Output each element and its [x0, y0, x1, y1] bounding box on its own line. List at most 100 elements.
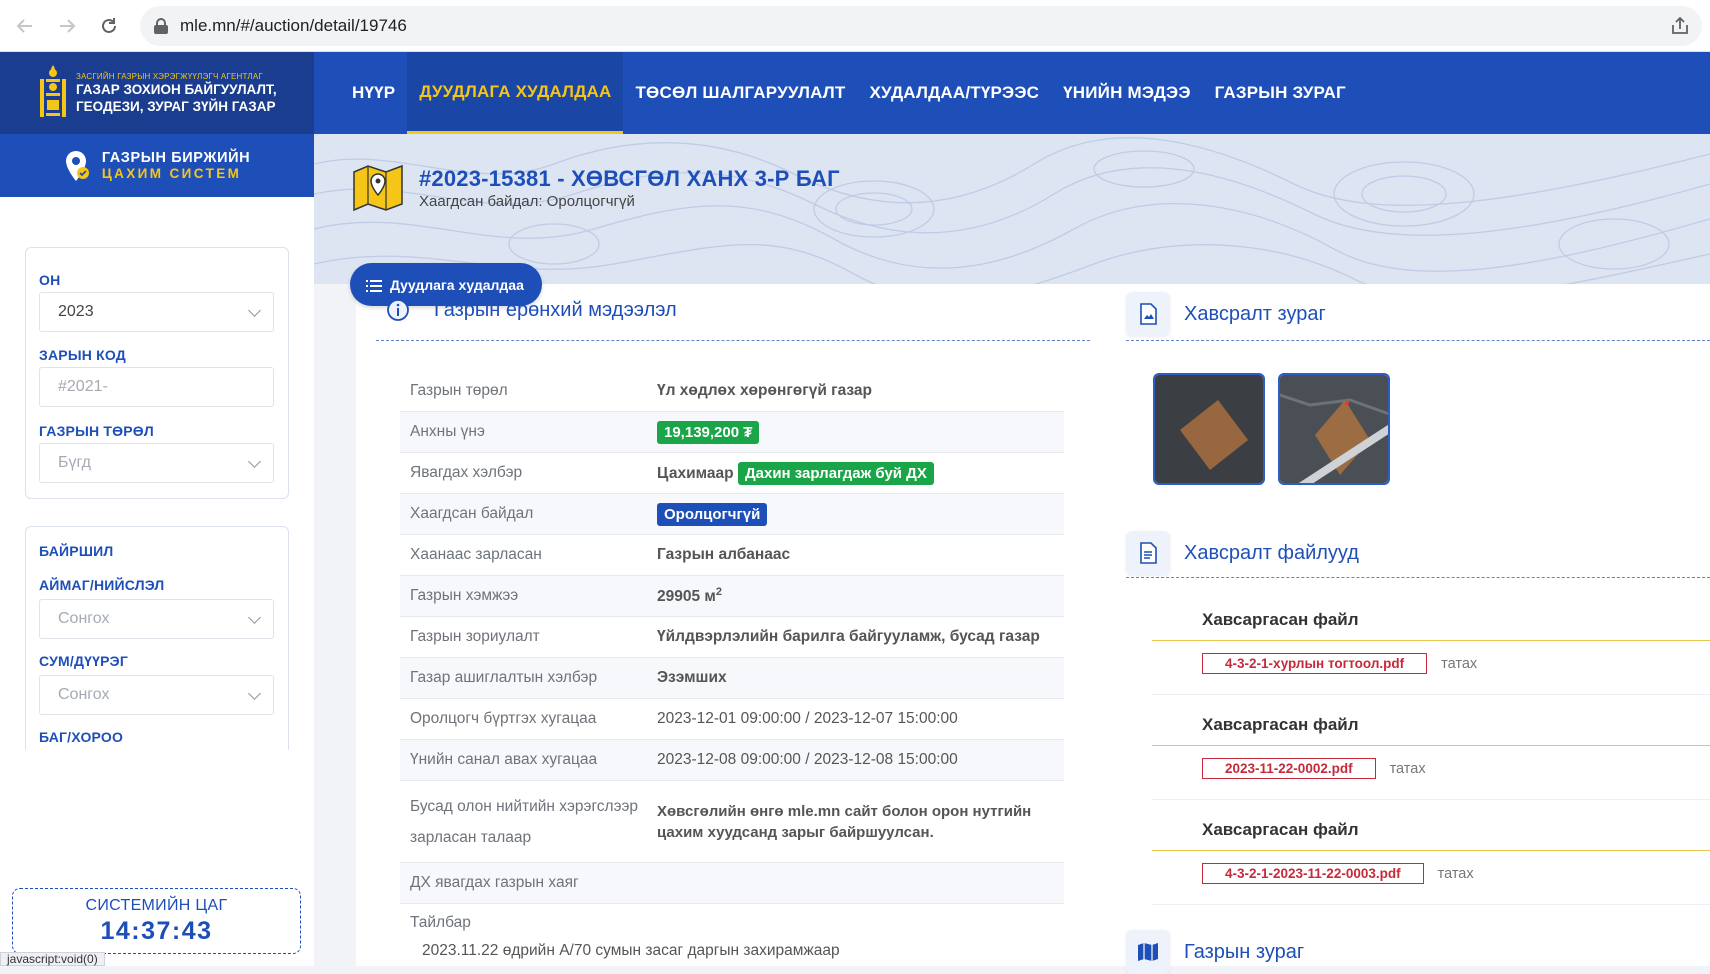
url-text: mle.mn/#/auction/detail/19746	[180, 16, 407, 35]
download-link[interactable]: татах	[1390, 761, 1426, 777]
chevron-down-icon	[248, 455, 261, 468]
table-row: Газрын зориулалт Үйлдвэрлэлийн барилга б…	[400, 617, 1064, 658]
row-key: зарласан талаар	[410, 828, 532, 846]
filter-sidebar: ГАЗРЫН БИРЖИЙН ЦАХИМ СИСТЕМ ОН 2023 ЗАРЫ…	[0, 134, 314, 966]
row-key: Газар ашиглалтын хэлбэр	[410, 669, 598, 686]
year-value: 2023	[58, 303, 94, 320]
aimag-select[interactable]: Сонгох	[39, 599, 274, 639]
file-title: Хавсаргасан файл	[1202, 610, 1359, 629]
attach-map-header: Хавсралт зураг	[1126, 292, 1326, 336]
back-arrow-icon[interactable]	[8, 9, 42, 43]
row-key: Бусад олон нийтийн хэрэгслээр	[410, 797, 639, 815]
row-key: Явагдах хэлбэр	[410, 464, 523, 481]
bag-label: БАГ/ХОРОО	[39, 729, 124, 745]
land-type-label: ГАЗРЫН ТӨРӨЛ	[39, 423, 154, 439]
table-row: Анхны үнэ 19,139,200 ₮	[400, 412, 1064, 453]
file-link[interactable]: 4-3-2-1-2023-11-22-0003.pdf	[1202, 863, 1424, 884]
table-row: Явагдах хэлбэр Цахимаар Дахин зарлагдаж …	[400, 453, 1064, 494]
image-file-icon	[1126, 292, 1170, 336]
aimag-label: АЙМАГ/НИЙСЛЭЛ	[39, 577, 165, 593]
status-bar-url: javascript:void(0)	[0, 952, 105, 966]
file-title: Хавсаргасан файл	[1202, 715, 1359, 734]
system-name-line2: ЦАХИМ СИСТЕМ	[101, 166, 242, 181]
row-value: цахим хуудсанд зарыг байршуулсан.	[657, 823, 934, 841]
download-link[interactable]: татах	[1438, 866, 1474, 882]
general-info-title: Газрын ерөнхий мэдээлэл	[434, 298, 677, 321]
sum-label: СУМ/ДҮҮРЭГ	[39, 653, 128, 669]
file-item: Хавсаргасан файл 4-3-2-1-2023-11-22-0003…	[1152, 820, 1710, 905]
file-link[interactable]: 2023-11-22-0002.pdf	[1202, 758, 1376, 779]
table-row: Үнийн санал авах хугацаа 2023-12-08 09:0…	[400, 740, 1064, 781]
system-brand: ГАЗРЫН БИРЖИЙН ЦАХИМ СИСТЕМ	[0, 134, 314, 197]
forward-arrow-icon[interactable]	[50, 9, 84, 43]
lot-title: #2023-15381 - ХӨВСГӨЛ ХАНХ 3-Р БАГ	[419, 166, 840, 191]
row-value: Эзэмших	[657, 669, 727, 686]
chevron-down-icon	[248, 611, 261, 624]
chevron-down-icon	[248, 304, 261, 317]
row-value: 29905 м	[657, 588, 716, 606]
location-label: БАЙРШИЛ	[39, 543, 114, 559]
row-value: Цахимаар	[657, 464, 734, 482]
table-row: ДХ явагдах газрын хаяг	[400, 863, 1064, 904]
nav-home[interactable]: НҮҮР	[340, 52, 407, 134]
nav-sale-rent[interactable]: ХУДАЛДАА/ТҮРЭЭС	[858, 52, 1052, 134]
clock-time: 14:37:43	[100, 917, 213, 945]
row-key: Хаанаас зарласан	[410, 546, 542, 563]
row-value: Хөвсгөлийн өнгө mle.mn сайт болон орон н…	[657, 802, 1032, 820]
lot-banner: #2023-15381 - ХӨВСГӨЛ ХАНХ 3-Р БАГ Хаагд…	[314, 134, 1710, 284]
clock-label: СИСТЕМИЙН ЦАГ	[85, 897, 228, 914]
nav-land-map[interactable]: ГАЗРЫН ЗУРАГ	[1203, 52, 1358, 134]
table-row: Хаагдсан байдал Оролцогчгүй	[400, 494, 1064, 535]
row-value: Үйлдвэрлэлийн барилга байгууламж, бусад …	[657, 628, 1040, 645]
attach-files-title: Хавсралт файлууд	[1184, 541, 1359, 564]
nav-project-selection[interactable]: ТӨСӨЛ ШАЛГАРУУЛАЛТ	[623, 52, 857, 134]
land-map-header: Газрын зураг	[1126, 930, 1304, 974]
location-filter-card: БАЙРШИЛ АЙМАГ/НИЙСЛЭЛ Сонгох СУМ/ДҮҮРЭГ …	[25, 526, 289, 750]
file-title: Хавсаргасан файл	[1202, 820, 1359, 839]
chevron-down-icon	[248, 687, 261, 700]
divider	[376, 340, 1090, 341]
info-icon	[376, 295, 420, 325]
map-icon	[1126, 930, 1170, 974]
file-link[interactable]: 4-3-2-1-хурлын тогтоол.pdf	[1202, 653, 1428, 674]
soyombo-emblem-icon	[38, 64, 68, 122]
table-row: Хаанаас зарласан Газрын албанаас	[400, 535, 1064, 576]
attachment-thumbnail-2[interactable]	[1278, 373, 1390, 485]
row-value: 2023-12-01 09:00:00 / 2023-12-07 15:00:0…	[657, 710, 958, 727]
table-row: Газрын хэмжээ 29905 м2	[400, 576, 1064, 617]
code-placeholder: #2021-	[58, 378, 108, 395]
row-key: Газрын төрөл	[410, 382, 508, 399]
address-bar[interactable]: mle.mn/#/auction/detail/19746	[140, 6, 1702, 46]
table-row: Газрын төрөл Үл хөдлөх хөрөнгөгүй газар	[400, 371, 1064, 412]
agency-tagline: ЗАСГИЙН ГАЗРЫН ХЭРЭГЖҮҮЛЭГЧ АГЕНТЛАГ	[76, 71, 263, 81]
row-key: Хаагдсан байдал	[410, 505, 534, 522]
year-select[interactable]: 2023	[39, 292, 274, 332]
land-info-table: Газрын төрөл Үл хөдлөх хөрөнгөгүй газар …	[400, 371, 1064, 960]
row-key: Үнийн санал авах хугацаа	[410, 751, 598, 768]
main-navigation: НҮҮР ДУУДЛАГА ХУДАЛДАА ТӨСӨЛ ШАЛГАРУУЛАЛ…	[340, 52, 1358, 134]
nav-price-info[interactable]: ҮНИЙН МЭДЭЭ	[1051, 52, 1203, 134]
download-link[interactable]: татах	[1441, 656, 1477, 672]
row-value: Үл хөдлөх хөрөнгөгүй газар	[657, 382, 873, 399]
lot-status: Хаагдсан байдал: Оролцогчгүй	[419, 193, 635, 210]
sum-select[interactable]: Сонгох	[39, 675, 274, 715]
attachment-thumbnail-1[interactable]	[1153, 373, 1265, 485]
reload-icon[interactable]	[92, 9, 126, 43]
agency-logo[interactable]: ЗАСГИЙН ГАЗРЫН ХЭРЭГЖҮҮЛЭГЧ АГЕНТЛАГ ГАЗ…	[0, 52, 314, 134]
note-label: Тайлбар	[410, 914, 471, 931]
table-row: Оролцогч бүртгэх хугацаа 2023-12-01 09:0…	[400, 699, 1064, 740]
land-type-select[interactable]: Бүгд	[39, 443, 274, 483]
nav-auction[interactable]: ДУУДЛАГА ХУДАЛДАА	[407, 52, 624, 134]
file-item: Хавсаргасан файл 4-3-2-1-хурлын тогтоол.…	[1152, 610, 1710, 695]
share-icon[interactable]	[1670, 16, 1690, 36]
auction-filter-card: ОН 2023 ЗАРЫН КОД #2021- ГАЗРЫН ТӨРӨЛ Бү…	[25, 247, 289, 499]
reannounced-badge: Дахин зарлагдаж буй ДХ	[737, 461, 934, 485]
map-pin-icon	[352, 164, 404, 212]
agency-name-line1: ГАЗАР ЗОХИОН БАЙГУУЛАЛТ,	[76, 81, 277, 97]
list-icon	[366, 279, 382, 292]
code-label: ЗАРЫН КОД	[39, 347, 126, 363]
code-input[interactable]: #2021-	[39, 367, 274, 407]
document-icon	[1126, 531, 1170, 575]
agency-name-line2: ГЕОДЕЗИ, ЗУРАГ ЗҮЙН ГАЗАР	[76, 98, 276, 114]
divider	[1126, 340, 1710, 341]
